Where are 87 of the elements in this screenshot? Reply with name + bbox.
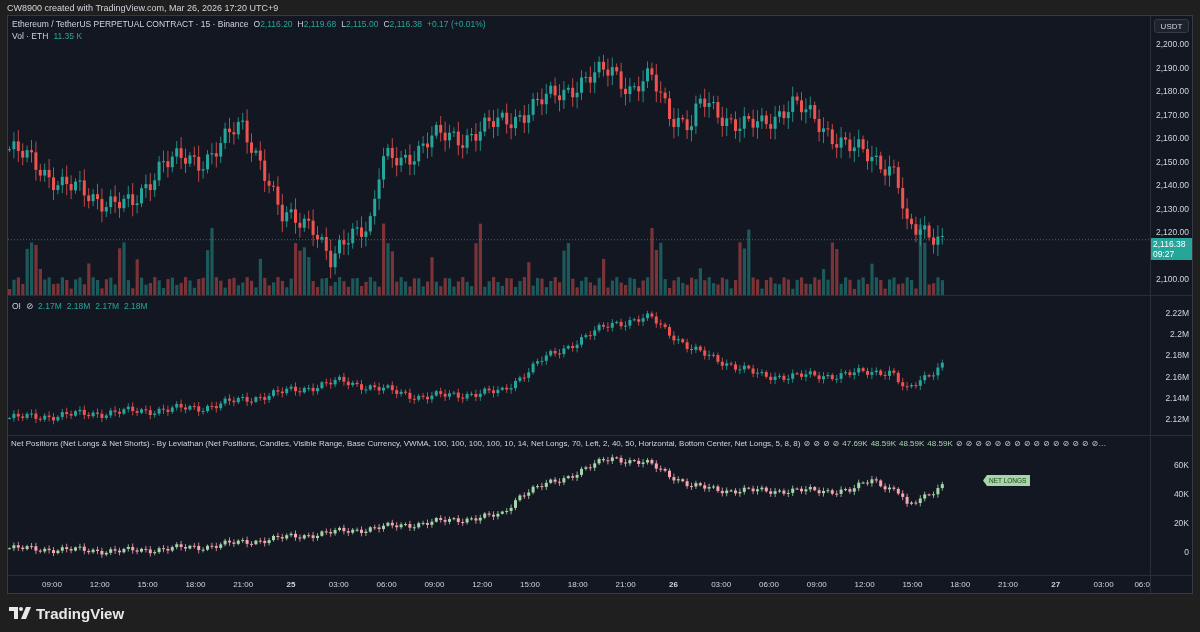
brand-name: TradingView <box>36 604 125 622</box>
time-axis-label: 12:00 <box>854 580 875 589</box>
ohlc-value: C2,116.38 <box>383 19 423 29</box>
oi-axis-label: 2.14M <box>1165 392 1189 403</box>
time-axis-label: 09:00 <box>806 580 827 589</box>
status-icon: ⊘ <box>26 301 34 311</box>
status-icon: ⊘ <box>955 439 963 448</box>
time-axis-label: 06:00 <box>759 580 779 589</box>
status-icon: ⊘ <box>803 439 811 448</box>
price-axis-label: 2,170.00 <box>1155 109 1189 120</box>
oi-axis-label: 2.12M <box>1165 414 1189 424</box>
indicator-title: Net Positions (Net Longs & Net Shorts) - By Leviathan (Net Positions, Candles, Visible Range, Base Currency, VWMA, 100, 100, 100, 100, 10, 14, Net Longs, 70, Left, 2, 40, 50, Horizontal, Bottom Center, Net Longs, 5, 8, 8) <box>11 439 801 448</box>
status-icon: ⊘ <box>1013 439 1021 448</box>
net-axis-label: 20K <box>1173 518 1189 528</box>
time-axis-label: 27 <box>1051 580 1061 589</box>
status-icon: ⊘ <box>1004 439 1011 448</box>
price-axis-label: 2,200.00 <box>1155 39 1189 49</box>
time-axis-label: 06:0 <box>1134 580 1150 589</box>
time-axis-label: 18:00 <box>567 580 588 589</box>
status-icon: ⊘ <box>1072 439 1079 448</box>
net-axis-label: 60K <box>1173 460 1189 470</box>
volume-label: Vol · ETH <box>12 31 49 41</box>
status-icon: ⊘ <box>813 439 820 448</box>
time-axis-label: 15:00 <box>520 580 540 589</box>
status-icon: ⊘ <box>1062 439 1070 448</box>
status-icon: ⊘ <box>1081 439 1089 448</box>
price-axis-label: 2,150.00 <box>1155 156 1189 167</box>
price-axis-label: 2,140.00 <box>1155 180 1189 190</box>
time-axis-label: 15:00 <box>137 580 158 589</box>
net-value: 48.59K <box>870 439 896 448</box>
ohlc-value: O2,116.20 <box>253 19 293 29</box>
status-icon: ⊘ <box>822 439 830 448</box>
time-axis-label: 21:00 <box>233 580 254 589</box>
net-value: 47.69K <box>842 439 868 448</box>
symbol-title: Ethereum / TetherUS PERPETUAL CONTRACT · 15 · Binance <box>12 19 249 29</box>
time-axis-label: 21:00 <box>998 580 1018 589</box>
time-axis-label: 25 <box>286 580 296 589</box>
status-icon: ⊘ <box>984 439 992 448</box>
price-axis-label: 2,160.00 <box>1155 133 1189 143</box>
time-axis-label: 18:00 <box>185 580 206 589</box>
oi-value: 2.17M <box>95 301 119 311</box>
oi-axis-label: 2.22M <box>1165 308 1189 318</box>
ohlc-value: H2,119.68 <box>297 19 337 29</box>
time-axis-label: 12:00 <box>89 580 110 589</box>
price-axis-label: 2,100.00 <box>1155 274 1189 284</box>
last-price-label: 2,116.38 09:27 <box>1151 238 1192 260</box>
time-axis-label: 09:00 <box>424 580 445 589</box>
oi-label: OI <box>12 301 21 311</box>
oi-axis-label: 2.18M <box>1165 350 1189 361</box>
oi-axis-label: 2.16M <box>1165 371 1189 382</box>
status-icon: ⊘ <box>965 439 973 448</box>
time-axis-label: 03:00 <box>328 580 349 589</box>
net-value: 48.59K <box>899 439 925 448</box>
time-axis-label: 26 <box>668 580 678 589</box>
volume-value: 11.35 K <box>53 31 83 41</box>
time-axis-label: 03:00 <box>711 580 732 589</box>
status-icon: ⊘ <box>994 439 1002 448</box>
time-axis-label: 12:00 <box>472 580 493 589</box>
time-axis-label: 03:00 <box>1093 580 1114 589</box>
ohlc-value: L2,115.00 <box>341 19 379 29</box>
net-axis-label: 0 <box>1184 547 1189 557</box>
status-icon: ⊘ <box>1023 439 1031 448</box>
status-icon: ⊘… <box>1091 439 1107 448</box>
currency-button[interactable]: USDT <box>1154 19 1189 33</box>
oi-value: 2.18M <box>66 301 91 311</box>
status-icon: ⊘ <box>1052 439 1060 448</box>
time-axis-label: 21:00 <box>615 580 636 589</box>
status-icon: ⊘ <box>1043 439 1050 448</box>
price-axis-label: 2,120.00 <box>1155 227 1189 237</box>
price-axis-label: 2,190.00 <box>1155 62 1189 73</box>
oi-axis-label: 2.2M <box>1170 329 1189 340</box>
oi-value: 2.18M <box>124 301 148 311</box>
status-icon: ⊘ <box>832 439 840 448</box>
status-icon: ⊘ <box>975 439 982 448</box>
price-axis-label: 2,180.00 <box>1155 86 1189 96</box>
time-axis-label: 06:00 <box>376 580 397 589</box>
price-change: +0.17 (+0.01%) <box>427 19 486 29</box>
time-axis-label: 15:00 <box>902 580 923 589</box>
tradingview-logo-icon <box>9 607 31 619</box>
time-axis-label: 09:00 <box>42 580 62 589</box>
header-text: CW8900 created with TradingView.com, Mar 26, 2026 17:20 UTC+9 <box>7 2 279 13</box>
price-axis-label: 2,130.00 <box>1155 203 1189 214</box>
net-value: 48.59K <box>927 439 953 448</box>
net-axis-label: 40K <box>1173 489 1189 499</box>
status-icon: ⊘ <box>1033 439 1041 448</box>
oi-value: 2.17M <box>38 301 62 311</box>
time-axis-label: 18:00 <box>950 580 971 589</box>
